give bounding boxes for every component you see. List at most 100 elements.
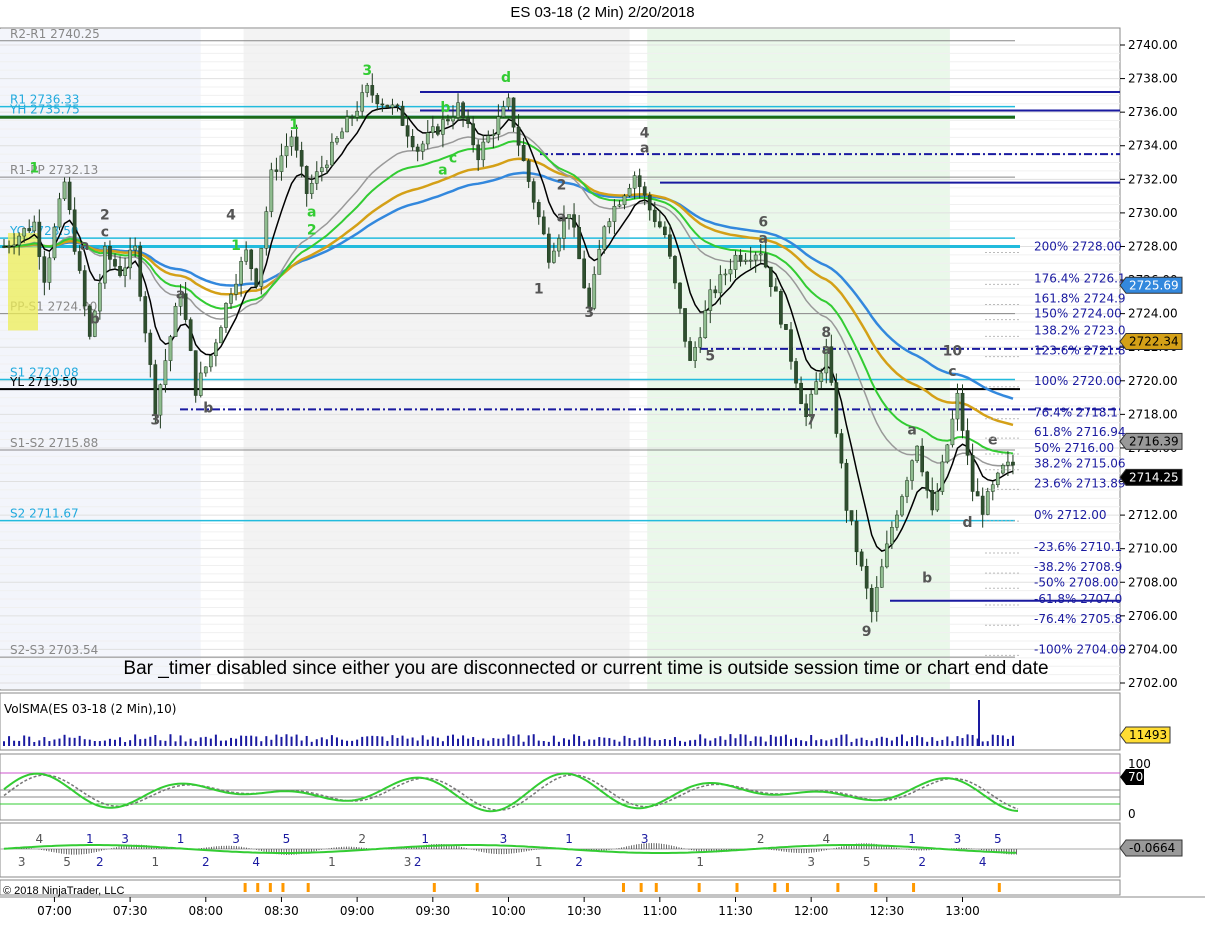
wave-label: 1 <box>289 117 299 133</box>
price-bar <box>274 169 279 172</box>
fib-label: 61.8% 2716.94 <box>1034 425 1126 439</box>
price-bar <box>420 143 425 152</box>
price-bar <box>779 291 783 325</box>
wave-label: 1 <box>534 281 544 297</box>
price-tick-label: 2730.00 <box>1128 206 1178 220</box>
price-bar <box>360 92 365 112</box>
price-bar <box>42 256 47 283</box>
wave-label: a <box>176 287 185 303</box>
wave-label: 6 <box>758 214 768 230</box>
wave-label: b <box>440 100 450 116</box>
price-bar <box>557 238 561 252</box>
wave-label: c <box>948 364 956 380</box>
price-bar <box>57 198 62 228</box>
price-bar <box>632 175 637 189</box>
price-bar <box>47 257 52 283</box>
price-bar <box>567 214 571 219</box>
price-bar <box>294 136 299 151</box>
price-bar <box>617 204 622 207</box>
price-bar <box>62 181 67 200</box>
price-bar <box>622 195 627 206</box>
price-bar <box>219 327 223 344</box>
price-bar <box>314 171 319 184</box>
wave-label: e <box>988 433 998 449</box>
price-bar <box>890 527 894 545</box>
wave-label: b <box>90 312 100 328</box>
price-bar <box>1001 464 1005 474</box>
price-bar <box>390 104 395 108</box>
cycle-label: 2 <box>575 855 583 869</box>
price-bar <box>158 384 163 416</box>
price-bar <box>541 216 546 235</box>
price-bar <box>728 269 733 275</box>
wave-label: c <box>101 224 109 240</box>
wave-label: a <box>907 423 916 439</box>
price-bar <box>350 116 354 119</box>
price-tick-label: 2738.00 <box>1128 72 1178 86</box>
price-bar <box>900 496 904 516</box>
price-bar <box>743 259 748 262</box>
price-bar <box>965 430 970 456</box>
session-marker <box>874 883 878 892</box>
session-marker <box>306 883 310 892</box>
price-bar <box>340 131 344 139</box>
price-bar <box>940 461 945 492</box>
wave-label: 1 <box>231 238 241 254</box>
price-bar <box>723 273 728 276</box>
price-bar <box>768 266 773 287</box>
price-bar <box>693 347 697 361</box>
price-bar <box>415 146 420 152</box>
time-tick-label: 11:30 <box>718 904 753 918</box>
fib-label: -61.8% 2707.0 <box>1034 592 1122 606</box>
time-tick-label: 09:00 <box>340 904 375 918</box>
fib-label: 161.8% 2724.9 <box>1034 292 1126 306</box>
price-bar <box>879 566 884 588</box>
price-bar <box>208 355 213 368</box>
session-marker <box>836 883 840 892</box>
price-tick-label: 2708.00 <box>1128 575 1178 589</box>
price-tick-label: 2736.00 <box>1128 105 1178 119</box>
chart-canvas: R2-R1 2740.25R1 2736.33YH 2735.75R1-PP 2… <box>0 27 1205 918</box>
volume-panel-label: VolSMA(ES 03-18 (2 Min),10) <box>4 702 176 716</box>
price-tick-label: 2734.00 <box>1128 139 1178 153</box>
wave-label: a <box>759 231 768 247</box>
time-tick-label: 07:30 <box>113 904 148 918</box>
price-bar <box>930 490 935 511</box>
price-bar <box>758 253 763 256</box>
fib-label: -38.2% 2708.9 <box>1034 560 1122 574</box>
price-bar <box>774 286 778 292</box>
price-bar <box>733 254 738 270</box>
price-bar <box>52 226 57 259</box>
cycle-label: 5 <box>994 832 1002 846</box>
price-bar <box>370 85 375 96</box>
price-axis[interactable]: 2740.00 2738.00 2736.00 2734.00 2732.00 2730.… <box>1119 38 1183 690</box>
session-band <box>647 29 950 689</box>
price-tick-label: 2710.00 <box>1128 542 1178 556</box>
price-bar <box>854 520 859 553</box>
price-bar <box>794 361 798 384</box>
time-axis[interactable]: 07:00 07:30 08:00 08:30 09:00 09:30 10:00 10:30… <box>37 897 980 918</box>
cycle-label: 2 <box>96 855 104 869</box>
price-bar <box>985 491 990 515</box>
fib-label: 0% 2712.00 <box>1034 508 1106 522</box>
price-bar <box>425 132 430 145</box>
price-bar <box>955 392 960 420</box>
price-bar <box>526 160 531 182</box>
wave-label: 2 <box>307 223 317 239</box>
cycle-label: 4 <box>822 832 830 846</box>
price-bar <box>597 249 602 275</box>
cycle-label: 2 <box>414 855 422 869</box>
price-bar <box>950 418 955 446</box>
wave-label: b <box>203 401 213 417</box>
copyright-text: © 2018 NinjaTrader, LLC <box>3 885 124 897</box>
price-bar <box>1011 461 1015 466</box>
oscillator-tag-label: -0.0664 <box>1129 841 1175 855</box>
cycle-label: 1 <box>421 832 429 846</box>
price-bar <box>365 85 370 93</box>
price-tick-label: 2724.00 <box>1128 307 1178 321</box>
pivot-label: R1-PP 2732.13 <box>10 163 98 177</box>
price-bar <box>637 175 642 187</box>
session-marker <box>621 883 625 892</box>
fib-label: 150% 2724.00 <box>1034 307 1122 321</box>
fib-label: 76.4% 2718.1 <box>1034 406 1118 420</box>
